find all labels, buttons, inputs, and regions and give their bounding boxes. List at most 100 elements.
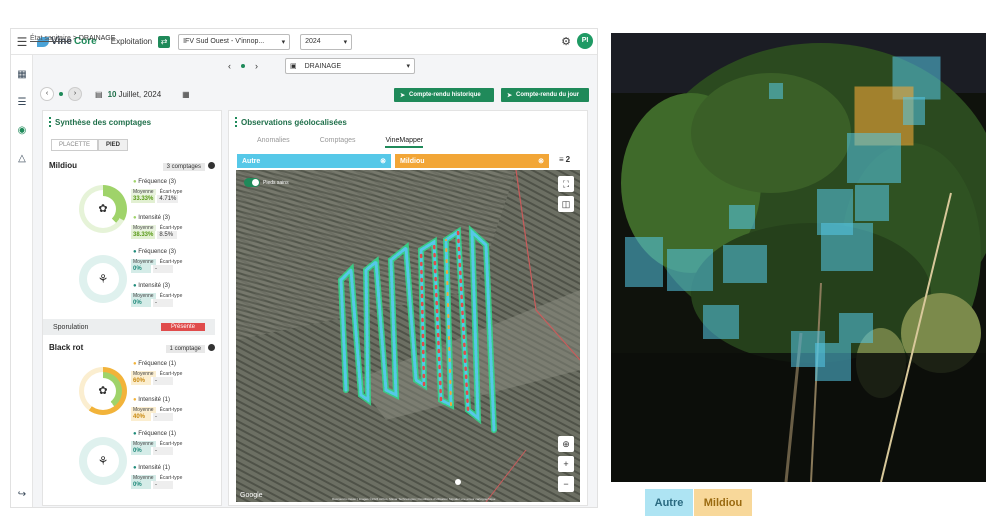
map-attribution: Raccourcis clavier | Images ©2024 Airbus… (332, 497, 496, 501)
exploitation-switch-icon[interactable]: ⇄ (158, 35, 171, 48)
zoom-in-button[interactable]: + (558, 456, 574, 472)
filter-count: 2 (565, 155, 571, 164)
blackrot-title: Black rot (49, 343, 84, 352)
fullscreen-icon[interactable]: ⛶ (558, 176, 574, 192)
tab-pied[interactable]: PIED (98, 139, 129, 151)
parcel-select-value: DRAINAGE (304, 62, 342, 70)
mildiou-leaf-frequency-values: Moyenne Écart-type 33.33% 4.71% (131, 189, 183, 203)
toggle-switch[interactable] (244, 178, 260, 187)
drag-handle-icon (49, 117, 51, 127)
date-navigator: ‹ › ▤ 10 Juillet, 2024 ▦ (40, 87, 190, 101)
mildiou-grape-frequency-values: Moyenne Écart-type 0% - (131, 259, 183, 273)
side-rail: ▦ ☰ ◉ △ ↪ (11, 55, 33, 507)
google-credit: Google (240, 492, 263, 499)
blackrot-leaf-frequency-values: Moyenne Écart-type 60% - (131, 371, 183, 385)
filter-mildiou-label: Mildiou (400, 157, 425, 165)
leaf-icon: ✿ (90, 196, 116, 222)
blackrot-leaf-frequency-label: ● Fréquence (1) (133, 361, 176, 367)
synthesis-panel: Synthèse des comptages PLACETTE PIED Mil… (42, 110, 222, 506)
close-icon[interactable]: ⊗ (538, 157, 544, 165)
parcel-map-icon: ▣ (290, 63, 297, 70)
close-icon[interactable]: ⊗ (380, 157, 386, 165)
grape-icon: ⚘ (87, 445, 119, 477)
next-day-button[interactable]: › (68, 87, 82, 101)
flask-icon[interactable]: △ (16, 153, 28, 165)
today-dot-icon (59, 92, 63, 96)
current-dot-icon (241, 64, 245, 68)
calendar-picker-icon[interactable]: ▦ (182, 90, 190, 99)
avatar[interactable]: PI (577, 33, 593, 49)
filter-lines-icon: ≡ (559, 155, 564, 164)
filter-autre[interactable]: Autre ⊗ (237, 154, 391, 168)
filter-menu[interactable]: ≡ 2 (559, 155, 570, 164)
chevron-right-icon[interactable]: › (255, 61, 258, 71)
drag-handle-icon (235, 117, 237, 127)
tab-comptages[interactable]: Comptages (320, 137, 356, 148)
dashboard-icon[interactable]: ▦ (16, 69, 28, 81)
exploitation-select[interactable]: IFV Sud Ouest - V'innop... ▾ (178, 33, 291, 50)
mildiou-grape-intensity-label: ● Intensité (3) (133, 283, 170, 289)
chevron-down-icon: ▾ (406, 63, 410, 70)
map-scale-dot (455, 479, 461, 485)
today-report-button[interactable]: ➤ Compte-rendu du jour (501, 88, 589, 102)
blackrot-leaf-intensity-values: Moyenne Écart-type 40% - (131, 407, 183, 421)
calendar-icon[interactable]: ▤ (95, 90, 103, 99)
today-report-label: Compte-rendu du jour (516, 92, 580, 98)
vine-detection-photo (611, 33, 986, 482)
layers-toggle-icon[interactable]: ◫ (558, 196, 574, 212)
chevron-left-icon[interactable]: ‹ (228, 61, 231, 71)
satellite-map[interactable]: Pieds sains ⛶ ◫ ⊕ + − Google Raccourcis … (236, 170, 580, 502)
tab-anomalies[interactable]: Anomalies (257, 137, 290, 148)
sporulation-status-badge: Présente (160, 323, 205, 331)
locate-icon[interactable]: ⊕ (558, 436, 574, 452)
breadcrumb-current: DRAINAGE (78, 35, 116, 42)
sporulation-row: Sporulation Présente (43, 319, 215, 335)
tab-vinemapper[interactable]: VineMapper (385, 137, 424, 148)
collapse-icon[interactable] (208, 162, 215, 170)
layers-icon[interactable]: ☰ (16, 97, 28, 109)
parcel-select[interactable]: ▣ DRAINAGE ▾ (285, 58, 415, 74)
collapse-icon[interactable] (208, 344, 215, 352)
mildiou-grape-intensity-values: Moyenne Écart-type 0% - (131, 293, 183, 307)
date-rest: Juillet, 2024 (118, 89, 162, 99)
sporulation-label: Sporulation (53, 323, 89, 331)
settings-icon[interactable]: ⚙ (561, 35, 571, 48)
synthesis-tabs: PLACETTE PIED (51, 139, 129, 151)
zoom-out-button[interactable]: − (558, 476, 574, 492)
breadcrumb-parent[interactable]: État sanitaire (30, 35, 71, 42)
mildiou-leaf-intensity-label: ● Intensité (3) (133, 215, 170, 221)
observations-title-text: Observations géolocalisées (241, 117, 347, 127)
send-icon: ➤ (507, 92, 513, 99)
toggle-label: Pieds sains (263, 179, 289, 186)
mildiou-leaf-frequency-label: ● Fréquence (3) (133, 179, 176, 185)
history-report-label: Compte-rendu historique (409, 92, 481, 98)
blackrot-leaf-intensity-label: ● Intensité (1) (133, 397, 170, 403)
year-select-value: 2024 (305, 38, 321, 45)
blackrot-grape-frequency-values: Moyenne Écart-type 0% - (131, 441, 183, 455)
blackrot-grape-intensity-values: Moyenne Écart-type 0% - (131, 475, 183, 489)
breadcrumb: État sanitaire > DRAINAGE (30, 35, 115, 42)
top-bar: ☰ Vine Core Exploitation ⇄ IFV Sud Ouest … (11, 29, 597, 55)
healthy-vines-toggle[interactable]: Pieds sains (244, 178, 289, 187)
filter-mildiou[interactable]: Mildiou ⊗ (395, 154, 549, 168)
blackrot-grape-frequency-label: ● Fréquence (1) (133, 431, 176, 437)
synthesis-title-text: Synthèse des comptages (55, 117, 152, 127)
map-pin-icon[interactable]: ◉ (16, 125, 28, 137)
legend-mildiou: Mildiou (694, 489, 752, 516)
year-select[interactable]: 2024 ▾ (300, 33, 353, 50)
logout-icon[interactable]: ↪ (16, 489, 28, 501)
map-canvas (236, 170, 580, 502)
history-report-button[interactable]: ➤ Compte-rendu historique (394, 88, 494, 102)
observations-title: Observations géolocalisées (235, 117, 347, 127)
date-day: 10 (107, 89, 117, 99)
mildiou-count-badge: 3 comptages (162, 163, 205, 171)
grape-icon: ⚘ (87, 263, 119, 295)
tab-placette[interactable]: PLACETTE (51, 139, 99, 151)
mildiou-leaf-intensity-values: Moyenne Écart-type 38.33% 8.5% (131, 225, 183, 239)
filter-autre-label: Autre (242, 157, 261, 165)
blackrot-count-badge: 1 comptage (165, 345, 205, 353)
legend-autre: Autre (645, 489, 693, 516)
chevron-down-icon: ▾ (343, 38, 348, 46)
blackrot-header: Black rot 1 comptage (49, 343, 215, 353)
previous-day-button[interactable]: ‹ (40, 87, 54, 101)
